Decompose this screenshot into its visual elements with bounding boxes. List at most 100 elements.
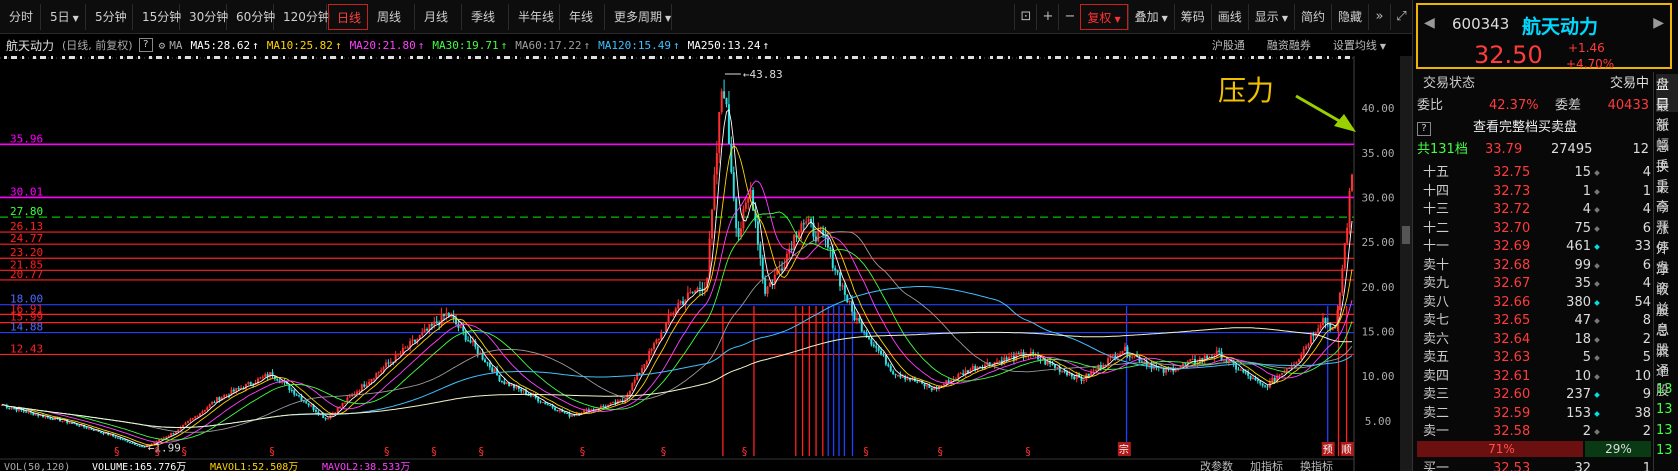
- trade-status-label: 交易状态: [1423, 76, 1476, 91]
- ask-row[interactable]: 十五 32.75 15 4: [1423, 163, 1651, 183]
- prev-stock-icon[interactable]: ◀: [1424, 15, 1435, 31]
- toolbar-button-1[interactable]: 叠加 ▼: [1127, 3, 1174, 30]
- stock-code: 600343: [1452, 15, 1510, 33]
- ask-row[interactable]: 卖十 32.68 99 6: [1423, 256, 1651, 276]
- ask-row[interactable]: 卖三 32.60 237 9: [1423, 385, 1651, 405]
- ma-value-4: MA60:17.22: [515, 38, 582, 52]
- candle-body: [628, 390, 631, 395]
- ask-row[interactable]: 卖二 32.59 153 38: [1423, 404, 1651, 424]
- arrow-up-icon: ↑: [583, 38, 591, 52]
- candle-body: [1239, 369, 1242, 371]
- scrollbar-track[interactable]: [1400, 56, 1412, 471]
- candle-body: [469, 340, 472, 343]
- fast-forward-icon[interactable]: »: [1368, 3, 1390, 30]
- candle-body: [653, 343, 656, 350]
- candle-body: [609, 402, 612, 405]
- period-tab-10[interactable]: 季线: [463, 3, 509, 30]
- info-link-1[interactable]: 融资融券: [1267, 37, 1311, 53]
- ask-row[interactable]: 卖九 32.67 35 4: [1423, 274, 1651, 294]
- arrow-up-icon: ↑: [500, 38, 508, 52]
- next-stock-icon[interactable]: ▶: [1653, 15, 1664, 31]
- candle-body: [1131, 356, 1134, 358]
- ask-row[interactable]: 卖六 32.64 18 2: [1423, 330, 1651, 350]
- period-tab-2[interactable]: 5分钟: [87, 3, 133, 30]
- candle-body: [631, 383, 634, 391]
- ask-row[interactable]: 卖八 32.66 380 54: [1423, 293, 1651, 313]
- toolbar-button-3[interactable]: 画线: [1210, 3, 1248, 30]
- indicator-action-1[interactable]: 加指标: [1250, 459, 1283, 471]
- kline-svg[interactable]: 40.00 35.00 30.00 25.00 20.00 15.00 10.00 5.00 3…: [0, 56, 1412, 471]
- period-tab-6[interactable]: 120分钟: [275, 3, 330, 30]
- info-link-2[interactable]: 设置均线 ▼: [1333, 37, 1386, 53]
- kline-chart[interactable]: 40.00 35.00 30.00 25.00 20.00 15.00 10.00 5.00 3…: [0, 56, 1412, 471]
- period-tab-11[interactable]: 半年线: [510, 3, 560, 30]
- candle-body: [643, 364, 646, 369]
- candle-body: [887, 364, 890, 366]
- candle-body: [276, 378, 279, 381]
- period-tab-12[interactable]: 年线: [561, 3, 605, 30]
- level-label: 20.77: [10, 268, 43, 281]
- period-tab-9[interactable]: 月线: [416, 3, 462, 30]
- toolbar-button-2[interactable]: 筹码: [1173, 3, 1211, 30]
- toolbar-button-0[interactable]: 复权 ▼: [1080, 3, 1128, 30]
- candle-body: [78, 425, 81, 427]
- ask-row[interactable]: 十一 32.69 461 33: [1423, 237, 1651, 257]
- candle-body: [295, 394, 298, 396]
- period-tab-0[interactable]: 分时: [1, 3, 41, 30]
- candle-body: [232, 389, 235, 392]
- candle-body: [715, 152, 718, 175]
- period-tab-8[interactable]: 周线: [369, 3, 415, 30]
- ask-row[interactable]: 卖四 32.61 10 10: [1423, 367, 1651, 387]
- side-tab-18[interactable]: 13: [1656, 443, 1673, 458]
- ask-row[interactable]: 卖七 32.65 47 8: [1423, 311, 1651, 331]
- buy-sell-ratio-bar: 71% 29%: [1417, 441, 1651, 457]
- total-levels-row: 共131档 33.79 27495 12: [1417, 140, 1649, 160]
- gear-icon[interactable]: ⚙: [159, 39, 166, 52]
- ask-count: 4: [1642, 202, 1651, 217]
- toolbar-button-4[interactable]: 显示 ▼: [1247, 3, 1294, 30]
- side-tab-15[interactable]: 13: [1656, 382, 1673, 397]
- period-tab-13[interactable]: 更多周期 ▼: [606, 3, 672, 30]
- ask-row[interactable]: 十四 32.73 1 1: [1423, 182, 1651, 202]
- lock-icon[interactable]: ⊡: [1014, 3, 1036, 30]
- candle-body: [522, 390, 525, 392]
- ask-row[interactable]: 卖五 32.63 5 5: [1423, 348, 1651, 368]
- dividend-marker-icon: §: [114, 445, 120, 458]
- scrollbar-thumb[interactable]: [1402, 226, 1410, 244]
- bid-count: 1: [1642, 461, 1651, 471]
- sell-ratio-label: 29%: [1605, 442, 1632, 456]
- fullscreen-icon[interactable]: ⤢: [1390, 3, 1412, 30]
- candle-body: [834, 268, 837, 271]
- indicator-action-2[interactable]: 换指标: [1300, 459, 1333, 471]
- side-tab-17[interactable]: 13: [1656, 423, 1673, 438]
- candle-body: [732, 172, 735, 199]
- minus-icon[interactable]: −: [1058, 3, 1080, 30]
- full-book-button[interactable]: 查看完整档买卖盘: [1473, 118, 1577, 138]
- period-tab-7[interactable]: 日线: [328, 3, 368, 30]
- candle-body: [1053, 364, 1056, 368]
- candle-body: [768, 282, 771, 287]
- toolbar-button-6[interactable]: 隐藏: [1330, 3, 1368, 30]
- period-tab-4[interactable]: 30分钟: [181, 3, 228, 30]
- quote-box: ◀ 600343 航天动力 32.50 +1.46 +4.70% ▶: [1416, 3, 1672, 71]
- ask-row[interactable]: 十二 32.70 75 6: [1423, 219, 1651, 239]
- ask-row[interactable]: 十三 32.72 4 4: [1423, 200, 1651, 220]
- info-link-0[interactable]: 沪股通: [1212, 37, 1245, 53]
- plus-icon[interactable]: +: [1036, 3, 1058, 30]
- toolbar-button-5[interactable]: 简约: [1293, 3, 1331, 30]
- candle-body: [759, 244, 762, 258]
- bid-row-1: 买一 32.53 32 1: [1423, 459, 1651, 471]
- candle-body: [1295, 362, 1298, 365]
- period-tab-5[interactable]: 60分钟: [228, 3, 275, 30]
- candle-body: [399, 353, 402, 355]
- indicator-action-0[interactable]: 改参数: [1200, 459, 1233, 471]
- period-tab-1[interactable]: 5日 ▼: [42, 3, 86, 30]
- period-tab-3[interactable]: 15分钟: [134, 3, 181, 30]
- ask-count: 4: [1642, 276, 1651, 291]
- help-icon[interactable]: ?: [138, 38, 153, 52]
- help-icon[interactable]: ?: [1417, 122, 1431, 136]
- side-tab-16[interactable]: 13: [1656, 402, 1673, 417]
- side-tabs: 盘口 最新 涨幅 总手 换手 最高 今开 涨停 外盘 净资 收益 股息 总股 流通 个股 13 13 13 13: [1653, 72, 1678, 471]
- candle-body: [858, 318, 861, 322]
- ask-row[interactable]: 卖一 32.58 2 2: [1423, 422, 1651, 442]
